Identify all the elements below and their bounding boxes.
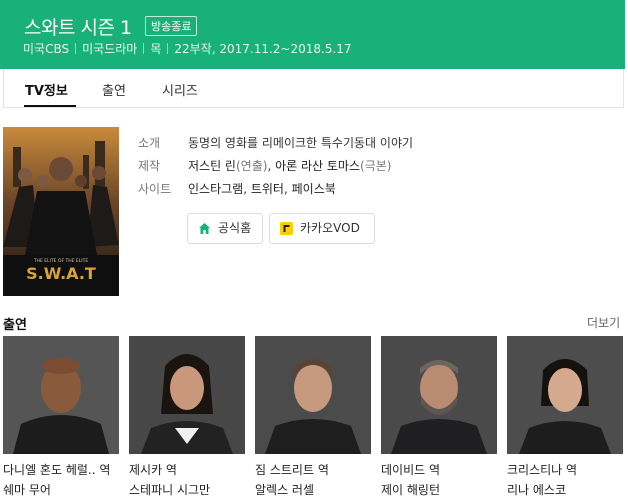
home-icon bbox=[199, 223, 210, 234]
site-link-instagram[interactable]: 인스타그램 bbox=[188, 182, 243, 196]
poster-artwork: THE ELITE OF THE ELITE S.W.A.T bbox=[3, 127, 119, 296]
cast-photo-art bbox=[3, 336, 119, 454]
kakao-vod-label: 카카오VOD bbox=[300, 221, 360, 235]
tab-cast[interactable]: 출연 bbox=[102, 80, 126, 99]
tab-tv-info[interactable]: TV정보 bbox=[25, 80, 68, 99]
official-home-button[interactable]: 공식홈 bbox=[187, 213, 263, 244]
cast-name[interactable]: 리나 에스코 bbox=[507, 481, 566, 498]
cast-photo-art bbox=[129, 336, 245, 454]
poster-logo-text: S.W.A.T bbox=[26, 264, 96, 283]
status-badge: 방송종료 bbox=[145, 16, 198, 36]
cast-role[interactable]: 제시카 역 bbox=[129, 461, 177, 478]
meta-day: 목 bbox=[150, 42, 162, 56]
cast-name[interactable]: 알렉스 러셀 bbox=[255, 481, 314, 498]
info-sites-row: 사이트 인스타그램, 트위터, 페이스북 bbox=[138, 180, 336, 197]
info-crew-label: 제작 bbox=[138, 159, 161, 173]
meta-divider bbox=[167, 43, 169, 54]
site-separator: , bbox=[243, 182, 251, 196]
crew-separator: , bbox=[267, 159, 276, 173]
meta-divider bbox=[143, 43, 145, 54]
kakao-vod-button[interactable]: 카카오VOD bbox=[269, 213, 375, 244]
cast-name[interactable]: 스테파니 시그만 bbox=[129, 481, 210, 498]
crew-writer-link[interactable]: 아론 라산 토마스 bbox=[275, 159, 360, 173]
site-separator: , bbox=[283, 182, 292, 196]
meta-episodes-dates: 22부작, 2017.11.2~2018.5.17 bbox=[174, 42, 352, 56]
more-link[interactable]: 더보기 bbox=[587, 314, 620, 331]
info-summary-row: 소개 동명의 영화를 리메이크한 특수기동대 이야기 bbox=[138, 134, 413, 151]
meta-divider bbox=[75, 43, 77, 54]
program-title[interactable]: 스와트 시즌 1 bbox=[24, 13, 132, 40]
site-link-twitter[interactable]: 트위터 bbox=[251, 182, 284, 196]
cast-photo-art bbox=[255, 336, 371, 454]
cast-photo[interactable] bbox=[507, 336, 623, 454]
site-link-facebook[interactable]: 페이스북 bbox=[292, 182, 336, 196]
cast-role[interactable]: 데이비드 역 bbox=[381, 461, 440, 478]
program-header: 스와트 시즌 1 방송종료 미국CBS 미국드라마 목 22부작, 2017.11.2… bbox=[0, 0, 625, 69]
cast-photo[interactable] bbox=[3, 336, 119, 454]
poster-image[interactable]: THE ELITE OF THE ELITE S.W.A.T bbox=[3, 127, 119, 296]
cast-photo-art bbox=[507, 336, 623, 454]
cast-photo[interactable] bbox=[381, 336, 497, 454]
cast-name[interactable]: 제이 해링턴 bbox=[381, 481, 440, 498]
meta-channel: 미국CBS bbox=[23, 42, 70, 56]
crew-director-role: (연출) bbox=[235, 159, 268, 173]
cast-photo[interactable] bbox=[129, 336, 245, 454]
cast-photo[interactable] bbox=[255, 336, 371, 454]
official-home-label: 공식홈 bbox=[218, 221, 252, 235]
info-summary-label: 소개 bbox=[138, 136, 161, 150]
cast-section-title: 출연 bbox=[3, 318, 27, 333]
cast-photo-art bbox=[381, 336, 497, 454]
cast-role[interactable]: 짐 스트리트 역 bbox=[255, 461, 329, 478]
kakao-vod-icon bbox=[280, 222, 293, 235]
info-summary-value: 동명의 영화를 리메이크한 특수기동대 이야기 bbox=[188, 136, 414, 150]
crew-director-link[interactable]: 저스틴 린 bbox=[188, 159, 236, 173]
crew-writer-role: (극본) bbox=[360, 159, 392, 173]
info-sites-label: 사이트 bbox=[138, 182, 172, 196]
info-crew-row: 제작 저스틴 린(연출), 아론 라산 토마스(극본) bbox=[138, 157, 391, 174]
tab-bar: TV정보 출연 시리즈 bbox=[3, 69, 624, 108]
cast-role[interactable]: 크리스티나 역 bbox=[507, 461, 577, 478]
cast-name[interactable]: 쉐마 무어 bbox=[3, 481, 51, 498]
active-tab-indicator bbox=[24, 105, 76, 107]
meta-genre: 미국드라마 bbox=[82, 42, 138, 56]
program-meta: 미국CBS 미국드라마 목 22부작, 2017.11.2~2018.5.17 bbox=[23, 40, 352, 57]
tab-series[interactable]: 시리즈 bbox=[162, 80, 198, 99]
cast-role[interactable]: 다니엘 혼도 헤럴.. 역 bbox=[3, 461, 110, 478]
